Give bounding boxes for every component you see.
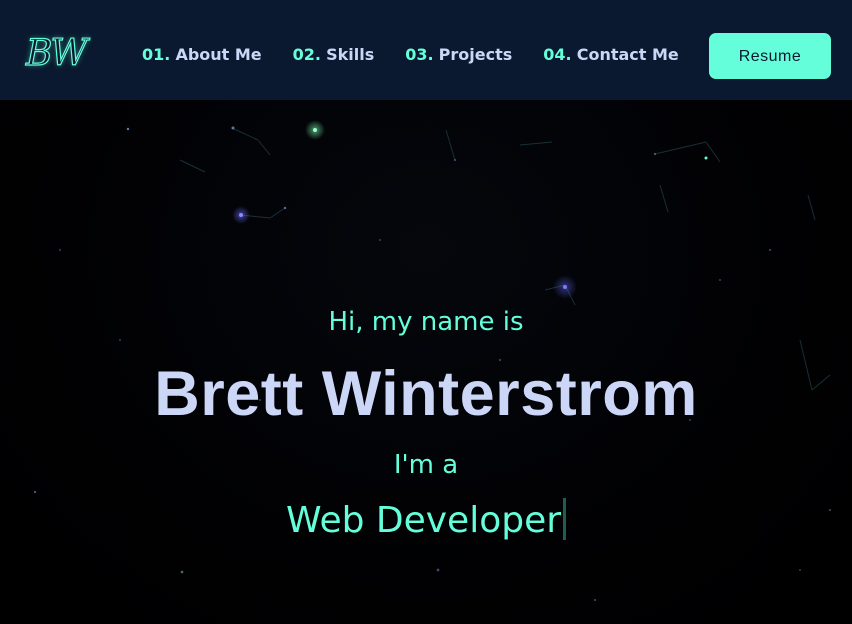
nav-links: 01. About Me 02. Skills 03. Projects 04.… xyxy=(142,44,679,66)
nav-item-number: 02. xyxy=(292,45,321,64)
hero-section: Hi, my name is Brett Winterstrom I'm a W… xyxy=(0,100,852,624)
nav-item-skills[interactable]: 02. Skills xyxy=(293,44,375,66)
nav-item-label: Skills xyxy=(326,45,375,64)
nav-item-number: 03. xyxy=(405,45,434,64)
nav-item-number: 01. xyxy=(142,45,171,64)
typing-cursor xyxy=(563,498,567,540)
hero-greeting: Hi, my name is xyxy=(328,307,524,337)
nav-item-label: Contact Me xyxy=(576,45,679,64)
nav-item-label: About Me xyxy=(175,45,262,64)
hero-name: Brett Winterstrom xyxy=(154,359,698,429)
typed-role-line: Web Developer xyxy=(0,498,852,544)
nav-item-contact-me[interactable]: 04. Contact Me xyxy=(543,44,678,66)
top-navbar: BW 01. About Me 02. Skills 03. Projects … xyxy=(0,0,852,100)
hero-intro: I'm a xyxy=(393,450,459,480)
nav-item-projects[interactable]: 03. Projects xyxy=(405,44,512,66)
nav-item-number: 04. xyxy=(543,45,572,64)
nav-item-about-me[interactable]: 01. About Me xyxy=(142,44,262,66)
typed-role-text: Web Developer xyxy=(285,500,562,541)
nav-item-label: Projects xyxy=(438,45,513,64)
brand-logo[interactable]: BW xyxy=(25,32,88,76)
resume-button[interactable]: Resume xyxy=(709,33,831,79)
page: BW 01. About Me 02. Skills 03. Projects … xyxy=(0,0,852,624)
